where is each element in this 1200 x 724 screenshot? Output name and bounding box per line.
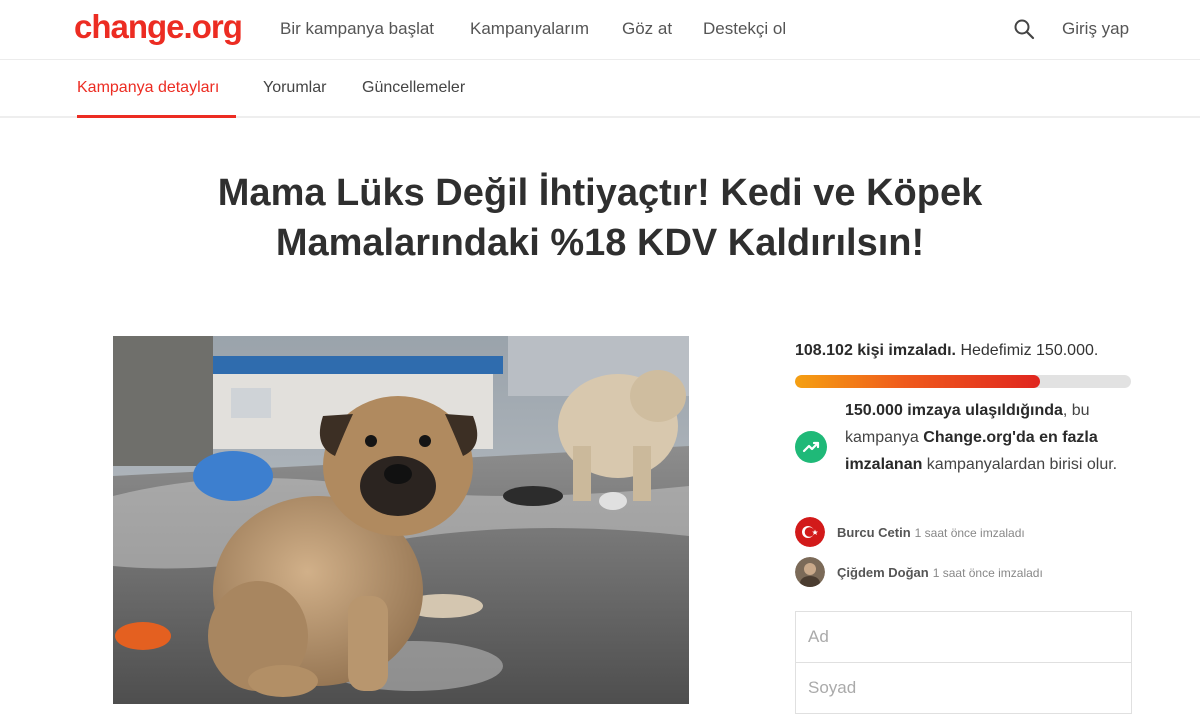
search-icon[interactable] [1013,18,1035,40]
signer-name: Burcu Cetin [837,525,911,540]
nav-my-campaigns[interactable]: Kampanyalarım [470,19,589,39]
signature-count: 108.102 kişi imzaladı. Hedefimiz 150.000… [795,342,1098,360]
signer-time: 1 saat önce imzaladı [932,566,1043,580]
first-name-input[interactable] [795,611,1132,663]
top-navbar: change.org Bir kampanya başlat Kampanyal… [0,0,1200,60]
active-tab-indicator [77,115,236,118]
signer-name: Çiğdem Doğan [837,565,929,580]
petition-photo [113,336,689,704]
nav-become-supporter[interactable]: Destekçi ol [703,19,786,39]
login-link[interactable]: Giriş yap [1062,19,1129,39]
avatar-photo [795,557,825,587]
progress-fill [795,375,1041,388]
recent-signer: Burcu Cetin 1 saat önce imzaladı [795,517,1135,549]
tab-comments[interactable]: Yorumlar [263,79,326,97]
signature-goal: Hedefimiz 150.000. [960,342,1099,359]
goal-message-bold-1: 150.000 imzaya ulaşıldığında [845,402,1063,419]
petition-title-line-1: Mama Lüks Değil İhtiyaçtır! Kedi ve Köpe… [217,172,983,214]
signature-progress-bar [795,375,1131,388]
nav-start-campaign[interactable]: Bir kampanya başlat [280,19,434,39]
signer-time: 1 saat önce imzaladı [914,526,1025,540]
signed-count: 108.102 kişi imzaladı. [795,342,956,359]
petition-title: Mama Lüks Değil İhtiyaçtır! Kedi ve Köpe… [140,168,1060,268]
tab-updates[interactable]: Güncellemeler [362,79,465,97]
nav-browse[interactable]: Göz at [622,19,672,39]
petition-tabs: Kampanya detayları Yorumlar Güncellemele… [0,60,1200,118]
last-name-input[interactable] [795,662,1132,714]
avatar-turkish-flag [795,517,825,547]
change-org-logo[interactable]: change.org [74,8,243,46]
recent-signer: Çiğdem Doğan 1 saat önce imzaladı [795,557,1135,589]
puppy-photo-illustration [113,336,689,704]
goal-message-part-2: kampanyalardan birisi olur. [922,456,1118,473]
petition-title-line-2: Mamalarındaki %18 KDV Kaldırılsın! [275,222,925,264]
trending-up-icon [795,431,827,463]
goal-message: 150.000 imzaya ulaşıldığında, bu kampany… [845,397,1135,478]
tab-campaign-details[interactable]: Kampanya detayları [77,79,219,97]
